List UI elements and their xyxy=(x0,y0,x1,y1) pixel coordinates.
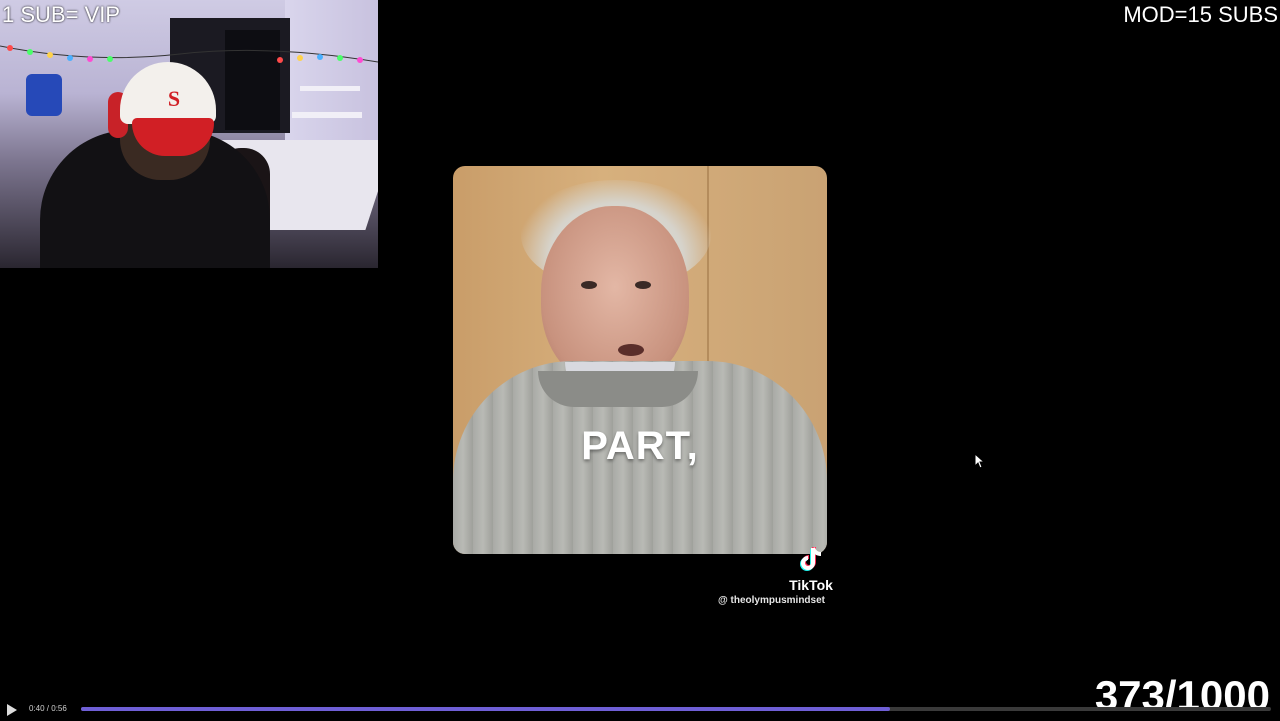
right-eye xyxy=(635,281,651,289)
playback-time: 0:40 / 0:56 xyxy=(29,704,67,713)
left-eye xyxy=(581,281,597,289)
tiktok-logo-icon xyxy=(798,545,824,575)
mod-subs-text: MOD=15 SUBS xyxy=(1123,2,1278,27)
progress-fill xyxy=(81,707,891,711)
mouse-cursor-icon xyxy=(974,453,986,469)
tiktok-handle: @ theolympusmindset xyxy=(718,595,825,606)
sweater-collar xyxy=(538,371,698,407)
tiktok-badge: TikTok xyxy=(788,545,834,593)
tiktok-label: TikTok xyxy=(789,577,833,593)
cap-logo: S xyxy=(167,86,181,111)
man-face xyxy=(541,206,689,386)
webcam-shelf xyxy=(300,86,360,91)
webcam-feed: S xyxy=(0,0,378,268)
video-caption: PART, xyxy=(581,424,699,468)
mouth xyxy=(618,344,644,356)
webcam-shelf xyxy=(292,112,362,118)
sub-vip-text: 1 SUB= VIP xyxy=(2,2,121,27)
tiktok-video[interactable]: PART, xyxy=(453,166,827,554)
progress-bar[interactable] xyxy=(81,707,1271,711)
webcam-bag xyxy=(26,74,62,116)
play-icon[interactable] xyxy=(6,703,18,717)
